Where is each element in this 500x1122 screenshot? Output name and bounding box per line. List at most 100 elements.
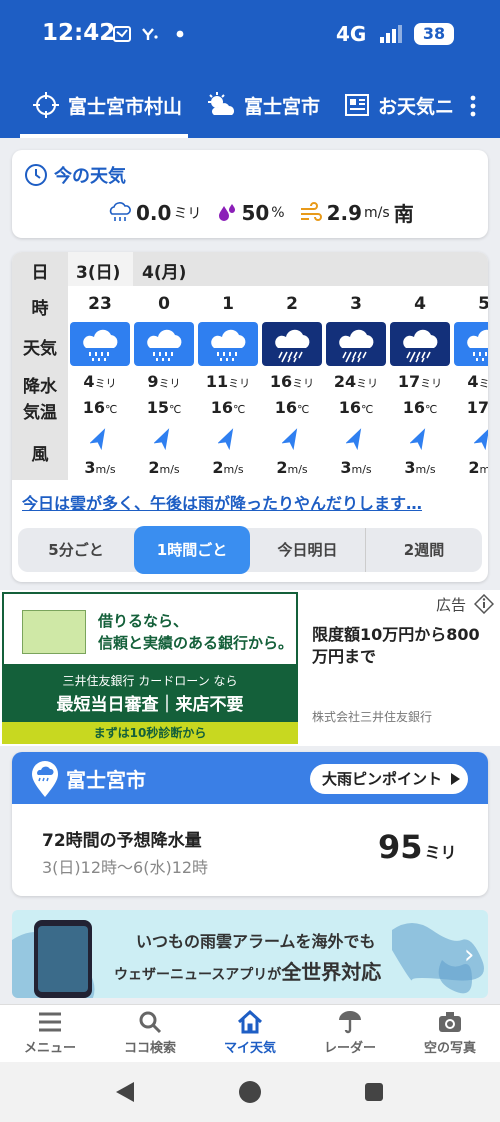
nav-menu[interactable]: メニュー — [0, 1009, 100, 1056]
temperature: 16℃ — [68, 398, 132, 417]
rain-icon — [339, 329, 374, 363]
hour-column[interactable]: 1 11ミリ 16℃ 2m/s — [196, 286, 260, 480]
wind-speed: 2m/s — [132, 458, 196, 477]
more-vert-icon[interactable] — [466, 94, 480, 118]
hour-label: 4 — [414, 294, 426, 314]
ad-line4: 最短当日審査｜来店不要 — [56, 695, 244, 715]
temperature-unit: ℃ — [296, 403, 310, 416]
wind-unit: m/s — [364, 204, 390, 221]
wind-icon — [300, 201, 322, 221]
global-promo-banner[interactable]: いつもの雨雲アラームを海外でも ウェザーニュースアプリが全世界対応 › — [12, 910, 488, 998]
temperature-unit: ℃ — [104, 403, 118, 416]
temperature-unit: ℃ — [424, 403, 438, 416]
current-weather-title: 今の天気 — [24, 162, 126, 188]
status-bar: 12:42 4G 38 — [0, 0, 500, 70]
rain-amount: 4ミリ — [68, 372, 132, 391]
signal-icon — [380, 25, 402, 43]
tab-location-1[interactable]: 富士宮市村山 — [32, 88, 182, 122]
nav-search[interactable]: ココ検索 — [100, 1009, 200, 1056]
probability-value: 50 — [241, 200, 270, 225]
hour-label: 0 — [158, 294, 170, 314]
ad-line2: 信頼と実績のある銀行から。 — [98, 634, 294, 652]
rain-amount: 17ミリ — [388, 372, 452, 391]
day-label: 4(月) — [142, 263, 187, 283]
tab-location-2[interactable]: 富士宮市 — [206, 88, 320, 122]
tab-label: 富士宮市村山 — [68, 95, 183, 118]
ad-text[interactable]: 限度額10万円から800万円まで — [312, 624, 492, 668]
rain-amount: 16ミリ — [260, 372, 324, 391]
wind-speed-value: 2 — [276, 458, 288, 477]
ad-image[interactable]: 借りるなら、 信頼と実績のある銀行から。 三井住友銀行 カードローン なら 最短… — [2, 592, 298, 744]
back-icon[interactable] — [114, 1080, 136, 1104]
rain-amount-unit: ミリ — [228, 377, 251, 390]
rain-amount-value: 11 — [205, 372, 229, 391]
wind-direction-icon — [474, 428, 488, 450]
hour-column[interactable]: 2 16ミリ 16℃ 2m/s — [260, 286, 324, 480]
chevron-right-icon: › — [464, 940, 475, 970]
segment-5min[interactable]: 5分ごと — [18, 528, 134, 572]
network-type: 4G — [336, 22, 367, 46]
rain-amount: 4ミリ — [452, 372, 488, 391]
ad-info-icon[interactable] — [474, 594, 494, 614]
label-weather: 天気 — [23, 339, 57, 359]
ad-banner[interactable]: 借りるなら、 信頼と実績のある銀行から。 三井住友銀行 カードローン なら 最短… — [0, 590, 500, 746]
temperature-value: 15 — [146, 398, 169, 417]
rain-amount-unit: ミリ — [158, 377, 181, 390]
rain-amount: 9ミリ — [132, 372, 196, 391]
nav-label: マイ天気 — [223, 1041, 276, 1056]
rain-amount: 11ミリ — [196, 372, 260, 391]
tab-label: 富士宮市 — [244, 95, 321, 118]
tab-news[interactable]: お天気ニ — [344, 88, 454, 122]
weather-cell — [134, 322, 194, 366]
temperature: 17℃ — [452, 398, 488, 417]
wind-speed-unit: m/s — [479, 463, 488, 476]
hour-column[interactable]: 3 24ミリ 16℃ 3m/s — [324, 286, 388, 480]
nav-radar[interactable]: レーダー — [300, 1009, 400, 1056]
ad-headline: 借りるなら、 信頼と実績のある銀行から。 — [98, 610, 293, 654]
nav-sky-photos[interactable]: 空の写真 — [400, 1009, 500, 1056]
rain-icon — [403, 329, 438, 363]
segment-today-tomorrow[interactable]: 今日明日 — [250, 528, 366, 572]
hour-column[interactable]: 4 17ミリ 16℃ 3m/s — [388, 286, 452, 480]
temperature: 16℃ — [260, 398, 324, 417]
nav-my-weather[interactable]: マイ天気 — [200, 1009, 300, 1056]
rain-amount: 24ミリ — [324, 372, 388, 391]
hour-column[interactable]: 23 4ミリ 16℃ 3m/s — [68, 286, 132, 480]
precip-total: 95 ミリ — [378, 828, 457, 866]
rain-amount-value: 16 — [269, 372, 293, 391]
clock-icon — [25, 164, 47, 186]
temperature-unit: ℃ — [360, 403, 374, 416]
forecast-summary-link[interactable]: 今日は雲が多く、午後は雨が降ったりやんだりします… — [22, 490, 478, 514]
temperature-unit: ℃ — [168, 403, 182, 416]
segment-hourly[interactable]: 1時間ごと — [134, 526, 250, 574]
ad-label: 広告 — [436, 596, 467, 614]
weather-cell — [262, 322, 322, 366]
recents-icon[interactable] — [364, 1082, 384, 1102]
rain-amount-value: 9 — [147, 372, 159, 391]
current-weather-card[interactable]: 今の天気 0.0 ミリ 50% 2.9 m/s 南 — [12, 150, 488, 238]
rain-amount-value: 4 — [83, 372, 95, 391]
hour-column[interactable]: 5 4ミリ 17℃ 2m/s — [452, 286, 488, 480]
banner-line1: いつもの雨雲アラームを海外でも — [136, 932, 376, 951]
temperature-value: 16 — [210, 398, 233, 417]
tab-underline — [20, 134, 188, 138]
day-label: 3(日) — [76, 263, 121, 283]
rain-cloud-icon — [109, 201, 131, 221]
wind-speed: 3m/s — [324, 458, 388, 477]
hour-column[interactable]: 0 9ミリ 15℃ 2m/s — [132, 286, 196, 480]
wind-direction: 南 — [393, 202, 414, 226]
home-circle-icon[interactable] — [238, 1080, 262, 1104]
label-temp: 気温 — [23, 403, 57, 423]
city-precip-card[interactable]: 富士宮市 大雨ピンポイント 72時間の予想降水量 3(日)12時〜6(水)12時… — [12, 752, 488, 896]
search-icon — [139, 1011, 162, 1034]
rain-amount-unit: ミリ — [478, 377, 488, 390]
hour-label: 5 — [478, 294, 488, 314]
rain-probability-icon — [219, 203, 236, 221]
heavy-rain-pinpoint-button[interactable]: 大雨ピンポイント — [310, 764, 468, 794]
segment-2weeks[interactable]: 2週間 — [366, 528, 482, 572]
rain-icon — [275, 329, 310, 363]
hourly-forecast-card: 日 時 天気 降水 気温 風 3(日) 4(月) 23 4ミリ 16℃ 3m/s 0 9ミ… — [12, 252, 488, 582]
wind-speed-value: 2 — [468, 458, 480, 477]
banner-line2a: ウェザーニュースアプリが — [114, 967, 282, 983]
ad-cta[interactable]: まずは10秒診断から — [2, 722, 298, 744]
